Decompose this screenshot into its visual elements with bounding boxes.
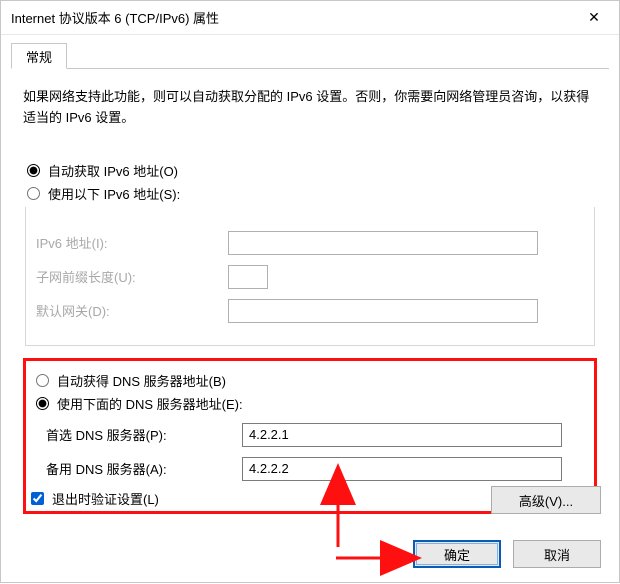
radio-manual-dns-row[interactable]: 使用下面的 DNS 服务器地址(E): <box>34 394 588 413</box>
default-gateway-input <box>228 299 538 323</box>
tab-content: 如果网络支持此功能，则可以自动获取分配的 IPv6 设置。否则，你需要向网络管理… <box>1 69 619 514</box>
radio-manual-dns[interactable] <box>36 397 49 410</box>
window-title: Internet 协议版本 6 (TCP/IPv6) 属性 <box>11 8 571 27</box>
tab-general[interactable]: 常规 <box>11 43 67 69</box>
tab-general-label: 常规 <box>26 50 52 65</box>
subnet-prefix-input <box>228 265 268 289</box>
default-gateway-label: 默认网关(D): <box>28 301 228 320</box>
radio-manual-ipv6-label: 使用以下 IPv6 地址(S): <box>48 184 180 203</box>
ipv6-properties-dialog: Internet 协议版本 6 (TCP/IPv6) 属性 ✕ 常规 如果网络支… <box>0 0 620 583</box>
alternate-dns-input[interactable] <box>242 457 562 481</box>
titlebar: Internet 协议版本 6 (TCP/IPv6) 属性 ✕ <box>1 1 619 35</box>
ok-button[interactable]: 确定 <box>413 540 501 568</box>
ipv6-address-input <box>228 231 538 255</box>
intro-text: 如果网络支持此功能，则可以自动获取分配的 IPv6 设置。否则，你需要向网络管理… <box>23 87 597 129</box>
ipv6-address-label: IPv6 地址(I): <box>28 233 228 252</box>
subnet-prefix-label: 子网前缀长度(U): <box>28 267 228 286</box>
advanced-button[interactable]: 高级(V)... <box>491 486 601 514</box>
cancel-button[interactable]: 取消 <box>513 540 601 568</box>
radio-auto-dns-label: 自动获得 DNS 服务器地址(B) <box>57 371 226 390</box>
close-icon: ✕ <box>588 9 600 26</box>
radio-manual-dns-label: 使用下面的 DNS 服务器地址(E): <box>57 394 243 413</box>
dialog-footer: 退出时验证设置(L) 高级(V)... 确定 取消 <box>1 489 619 582</box>
ipv6-manual-fields: IPv6 地址(I): 子网前缀长度(U): 默认网关(D): <box>25 207 595 346</box>
alternate-dns-label: 备用 DNS 服务器(A): <box>32 459 242 478</box>
validate-on-exit-checkbox[interactable] <box>31 492 44 505</box>
radio-auto-ipv6-label: 自动获取 IPv6 地址(O) <box>48 161 178 180</box>
radio-manual-ipv6-row[interactable]: 使用以下 IPv6 地址(S): <box>25 184 595 203</box>
close-button[interactable]: ✕ <box>571 1 617 35</box>
validate-on-exit-label: 退出时验证设置(L) <box>52 489 159 508</box>
preferred-dns-input[interactable] <box>242 423 562 447</box>
radio-auto-dns[interactable] <box>36 374 49 387</box>
preferred-dns-label: 首选 DNS 服务器(P): <box>32 425 242 444</box>
radio-auto-ipv6[interactable] <box>27 164 40 177</box>
tabstrip: 常规 <box>11 43 609 69</box>
radio-auto-ipv6-row[interactable]: 自动获取 IPv6 地址(O) <box>25 161 595 180</box>
ipv6-address-section: 自动获取 IPv6 地址(O) 使用以下 IPv6 地址(S): IPv6 地址… <box>23 151 597 350</box>
radio-auto-dns-row[interactable]: 自动获得 DNS 服务器地址(B) <box>34 371 588 390</box>
radio-manual-ipv6[interactable] <box>27 187 40 200</box>
